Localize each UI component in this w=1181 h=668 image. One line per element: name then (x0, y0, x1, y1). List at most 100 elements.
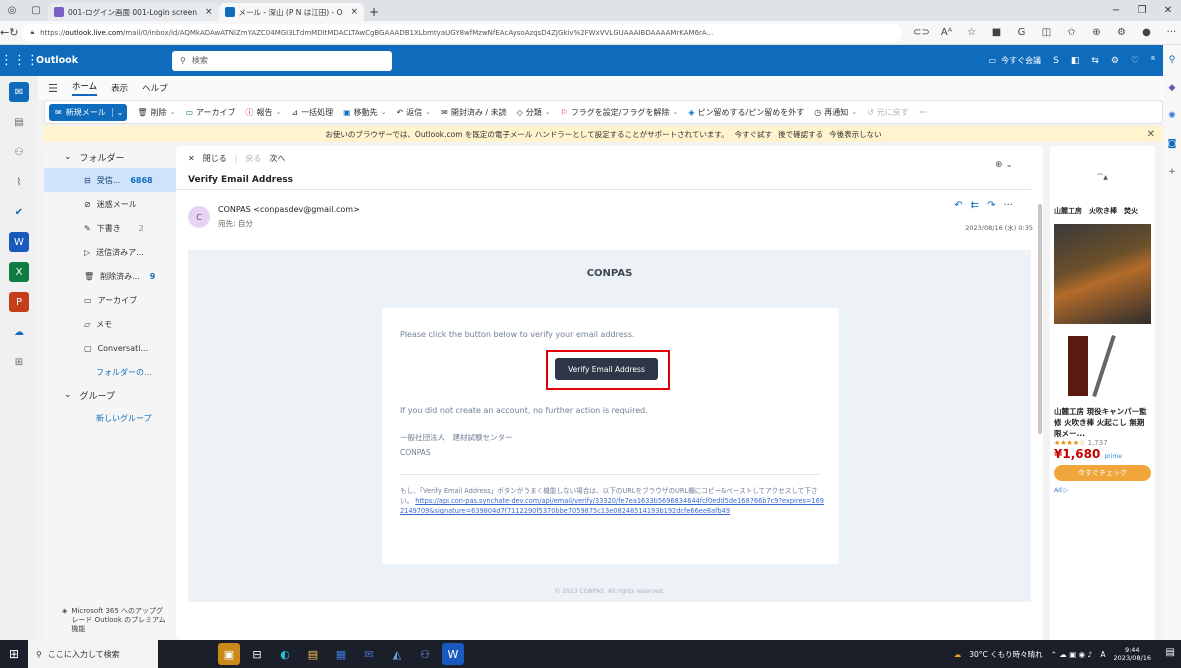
next-button[interactable]: 次へ (269, 153, 285, 164)
scroll-thumb[interactable] (1038, 204, 1042, 434)
undo-button[interactable]: ↺ 元に戻す (867, 107, 909, 118)
mail-app-icon[interactable]: ✉ (358, 643, 380, 665)
browser-tab-outlook[interactable]: メール - 深山 (P N は江田) - O × (218, 3, 365, 21)
tips-icon[interactable]: ♡ (1131, 56, 1139, 66)
close-window-icon[interactable]: ✕ (1155, 0, 1181, 21)
avatar[interactable]: C (188, 206, 210, 228)
search-icon[interactable]: ⚲ (1165, 53, 1179, 67)
meet-now-button[interactable]: ▭ 今すぐ会議 (989, 55, 1042, 66)
new-group-link[interactable]: 新しいグループ (44, 406, 176, 430)
close-reading-button[interactable]: 閉じる (203, 153, 227, 164)
taskbar-search-input[interactable]: ⚲ ここに入力して検索 (28, 640, 158, 668)
sender-name[interactable]: CONPAS <conpasdev@gmail.com> (218, 205, 360, 214)
flag-button[interactable]: ⚐ フラグを設定/フラグを解除 ⌄ (561, 107, 679, 118)
chevron-down-icon[interactable]: ⌄ (170, 108, 176, 116)
folder-junk[interactable]: ⊘ 迷惑メール (44, 192, 176, 216)
account-icon[interactable]: ᴿ (1151, 56, 1155, 66)
app-launcher-icon[interactable]: ⋮⋮⋮ (0, 53, 39, 68)
folder-notes[interactable]: ▱ メモ (44, 312, 176, 336)
app-icon[interactable]: ◭ (386, 643, 408, 665)
share-icon[interactable]: ⊂⊃ (910, 23, 932, 43)
people-icon[interactable]: ⚇ (9, 142, 29, 162)
people-app-icon[interactable]: ⚇ (414, 643, 436, 665)
clock[interactable]: 9:44 2023/08/16 (1114, 646, 1151, 662)
premium-upsell[interactable]: ◈ Microsoft 365 へのアップグレード Outlook のプレミアム… (44, 603, 176, 638)
chevron-down-icon[interactable]: ⌄ (673, 108, 679, 116)
reply-button[interactable]: ↶ 返信 ⌄ (397, 107, 432, 118)
browser-tab-login[interactable]: 001-ログイン画面 001-Login screen × (48, 3, 219, 21)
sweep-button[interactable]: ⊿ 一括処理 (291, 107, 333, 118)
folder-sent[interactable]: ▷ 送信済みア... (44, 240, 176, 264)
try-now-link[interactable]: 今すぐ試す (735, 129, 773, 140)
onedrive-icon[interactable]: ☁ (9, 322, 29, 342)
more-menu-icon[interactable]: ··· (1160, 23, 1181, 43)
teams-icon[interactable]: ◧ (1071, 56, 1080, 66)
ad-choices-badge[interactable]: Ad ▷ (1050, 481, 1155, 500)
my-day-icon[interactable]: ⇆ (1091, 56, 1099, 66)
more-actions-icon[interactable]: ··· (1003, 200, 1013, 211)
collections-icon[interactable]: ⊕ (1085, 23, 1107, 43)
profile-icon[interactable]: ● (1135, 23, 1157, 43)
tools-icon[interactable]: ✺ (1165, 109, 1179, 123)
ad-campfire-image[interactable] (1054, 224, 1151, 324)
chevron-down-icon[interactable]: ⌄ (381, 108, 387, 116)
tray-icons[interactable]: ⌃ ☁ ▣ ◉ ♪ (1051, 650, 1093, 659)
snooze-button[interactable]: ◷ 再通知 ⌄ (814, 107, 857, 118)
ime-indicator[interactable]: A (1100, 650, 1105, 659)
close-tab-icon[interactable]: × (205, 7, 213, 17)
todo-icon[interactable]: ✔ (9, 202, 29, 222)
new-mail-button[interactable]: ✉ 新規メール ⌄ (49, 103, 128, 121)
chevron-down-icon[interactable]: ⌄ (425, 108, 431, 116)
outlook-sidebar-icon[interactable]: ◙ (1165, 137, 1179, 151)
mail-icon[interactable]: ✉ (9, 82, 29, 102)
extension-icon[interactable]: ■ (985, 23, 1007, 43)
later-link[interactable]: 後で確認する (778, 129, 823, 140)
folder-deleted[interactable]: 🗑︎ 削除済み... 9 (44, 264, 176, 288)
pin-button[interactable]: ◈ ピン留めする/ピン留めを外す (688, 107, 804, 118)
read-unread-button[interactable]: ✉ 開封済み / 未読 (441, 107, 506, 118)
excel-icon[interactable]: X (9, 262, 29, 282)
search-input[interactable]: ⚲ 検索 (172, 50, 392, 71)
tab-home[interactable]: ホーム (71, 80, 98, 96)
more-apps-icon[interactable]: ⊞ (9, 352, 29, 372)
briefcase-icon[interactable]: ▣ (218, 643, 240, 665)
minimize-icon[interactable]: − (1103, 0, 1129, 21)
calendar-icon[interactable]: ▤ (9, 112, 29, 132)
new-tab-button[interactable]: + (364, 3, 384, 21)
windows-start-icon[interactable]: ⊞ (0, 640, 28, 668)
more-folders-link[interactable]: フォルダーの... (44, 360, 176, 384)
word-app-icon[interactable]: W (442, 643, 464, 665)
attach-icon[interactable]: ⌇ (9, 172, 29, 192)
weather-icon[interactable]: ☁ (954, 650, 962, 659)
refresh-icon[interactable]: ↻ (9, 22, 18, 44)
favorite-star-icon[interactable]: ☆ (960, 23, 982, 43)
add-icon[interactable]: + (1165, 165, 1179, 179)
archive-button[interactable]: ▭ アーカイブ (185, 107, 235, 118)
more-commands-button[interactable]: ··· (919, 108, 927, 117)
move-to-button[interactable]: ▣ 移動先 ⌄ (343, 107, 386, 118)
categorize-button[interactable]: ◇ 分類 ⌄ (517, 107, 551, 118)
hamburger-menu-icon[interactable]: ☰ (48, 82, 58, 95)
reply-all-icon[interactable]: ⇇ (971, 200, 979, 211)
chevron-down-icon[interactable]: ⌄ (545, 108, 551, 116)
shopping-icon[interactable]: ◆ (1165, 81, 1179, 95)
forward-icon[interactable]: ↷ (987, 200, 995, 211)
ad-product-image[interactable] (1054, 330, 1151, 400)
powerpoint-icon[interactable]: P (9, 292, 29, 312)
outlook-brand[interactable]: Outlook (36, 55, 172, 66)
folder-drafts[interactable]: ✎ 下書き 2 (44, 216, 176, 240)
reading-scrollbar[interactable] (1037, 200, 1043, 620)
refresh-extension-icon[interactable]: G (1010, 23, 1032, 43)
verify-url-link[interactable]: https://api.con-pas.synchate-dev.com/api… (400, 497, 824, 515)
ad-cta-button[interactable]: 今すぐチェック (1054, 465, 1151, 481)
notification-icon[interactable]: ▤ (1166, 647, 1175, 658)
never-show-link[interactable]: 今後表示しない (829, 129, 882, 140)
ad-logo[interactable]: ⌒▲ (1050, 146, 1155, 206)
report-button[interactable]: ⓘ 報告 ⌄ (246, 107, 282, 118)
close-icon[interactable]: ✕ (188, 154, 195, 163)
zoom-icon[interactable]: ⊕ ⌄ (995, 160, 1013, 170)
previous-button[interactable]: 戻る (245, 153, 261, 164)
folder-archive[interactable]: ▭ アーカイブ (44, 288, 176, 312)
ad-title[interactable]: 山麓工房 現役キャンパー監修 火吹き棒 火起こし 無期限メー... (1050, 400, 1155, 439)
verify-email-button[interactable]: Verify Email Address (555, 358, 658, 380)
